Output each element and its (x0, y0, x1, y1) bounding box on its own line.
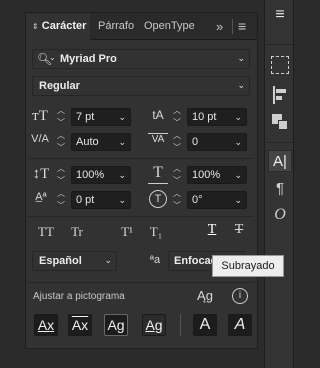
leading-value: 10 pt (192, 111, 217, 123)
snap-angular-button[interactable]: A (193, 314, 217, 336)
rotation-field[interactable]: 0° ⌄ (187, 191, 247, 209)
chevron-down-icon[interactable]: ⌄ (234, 109, 242, 125)
tab-opentype-label: OpenType (144, 20, 195, 32)
tab-opentype[interactable]: OpenType (144, 13, 204, 40)
font-style-value: Regular (39, 80, 80, 92)
kerning-stepper[interactable]: ︿ ﹀ (56, 132, 66, 152)
rotation-stepper[interactable]: ︿ ﹀ (172, 190, 182, 210)
vscale-stepper[interactable]: ︿ ﹀ (56, 165, 66, 185)
align-icon[interactable] (273, 86, 287, 104)
underline-button[interactable]: T (202, 222, 222, 242)
leading-icon: tA (152, 108, 164, 122)
info-icon[interactable]: i (232, 288, 248, 304)
chevron-down-icon[interactable]: ⌄ (234, 192, 242, 208)
font-size-icon: тT (32, 108, 48, 124)
kerning-field[interactable]: Auto ⌄ (71, 133, 131, 151)
opentype-icon[interactable]: O (268, 206, 292, 228)
collapse-icon[interactable]: ⇕ (32, 22, 39, 31)
leading-stepper[interactable]: ︿ ﹀ (172, 107, 182, 127)
strikethrough-label: T (234, 222, 244, 237)
superscript-button[interactable]: T¹ (117, 224, 137, 242)
antialias-icon: ªa (146, 254, 164, 270)
transform-icon[interactable] (271, 56, 289, 74)
right-tool-strip: ≡ A| ¶ O (264, 0, 294, 368)
chevron-down-icon[interactable]: ⌄ (234, 167, 242, 183)
baseline-field[interactable]: 0 pt ⌄ (71, 191, 131, 209)
rotation-icon: T (149, 190, 167, 208)
chevron-down-icon[interactable]: ⌄ (104, 255, 112, 266)
rotation-value: 0° (192, 194, 203, 206)
tracking-field[interactable]: 0 ⌄ (187, 133, 247, 151)
vertical-scale-field[interactable]: 100% ⌄ (71, 166, 131, 184)
language-select[interactable]: Español ⌄ (32, 251, 117, 271)
menu-label: ≡ (238, 18, 247, 34)
snap-to-glyph-label: Ajustar a pictograma (33, 291, 125, 302)
baseline-shift-icon: A̲ª (35, 191, 47, 203)
baseline-value: 0 pt (76, 194, 95, 206)
snap-proximity-button[interactable]: Ag (142, 314, 166, 336)
chevron-down-icon[interactable]: ⌄ (118, 167, 126, 183)
subscript-button[interactable]: T₁ (146, 224, 166, 242)
snap-baseline-button[interactable]: Ax (34, 314, 58, 336)
strikethrough-button[interactable]: T (229, 222, 249, 242)
hamburger-icon[interactable]: ≡ (268, 6, 292, 24)
horizontal-scale-icon: T (148, 164, 168, 184)
tab-caracter[interactable]: ⇕ Carácter (26, 13, 90, 40)
superscript-label: T¹ (121, 224, 133, 239)
font-family-select[interactable]: 🔍︎ ⌄ Myriad Pro ⌄ (32, 49, 250, 69)
kerning-icon: V/A (31, 133, 49, 145)
tracking-stepper[interactable]: ︿ ﹀ (172, 132, 182, 152)
panel-menu-icon[interactable]: ≡ (238, 13, 252, 40)
vertical-scale-value: 100% (76, 169, 105, 181)
leading-field[interactable]: 10 pt ⌄ (187, 108, 247, 126)
snap-xheight-button[interactable]: Ax (68, 314, 92, 336)
vertical-scale-icon: ↕T (32, 166, 50, 182)
chevron-down-icon[interactable]: ⌄ (118, 109, 126, 125)
underline-label: T (207, 222, 217, 237)
all-caps-button[interactable]: TT (35, 224, 57, 242)
tab-parrafo[interactable]: Párrafo (98, 13, 142, 40)
hscale-stepper[interactable]: ︿ ﹀ (172, 165, 182, 185)
font-size-field[interactable]: 7 pt ⌄ (71, 108, 131, 126)
size-stepper[interactable]: ︿ ﹀ (56, 107, 66, 127)
kerning-value: Auto (76, 136, 99, 148)
tooltip-text: Subrayado (221, 260, 275, 272)
chevron-down-icon[interactable]: ⌄ (118, 192, 126, 208)
tooltip: Subrayado (212, 255, 284, 277)
tab-parrafo-label: Párrafo (98, 20, 135, 32)
snap-glyph-bounds-button[interactable]: Ag (104, 314, 128, 336)
pathfinder-icon[interactable] (272, 114, 288, 130)
chevron-down-icon[interactable]: ⌄ (234, 134, 242, 150)
font-style-select[interactable]: Regular ⌄ (32, 76, 250, 96)
glyph-guides-icon[interactable]: Ąg (196, 288, 214, 304)
horizontal-scale-field[interactable]: 100% ⌄ (187, 166, 247, 184)
baseline-stepper[interactable]: ︿ ﹀ (56, 190, 66, 210)
language-value: Español (39, 255, 82, 267)
overflow-label: » (216, 19, 224, 34)
antialias-icon-label: ªa (149, 254, 161, 266)
snap-anchor-button[interactable]: A (228, 314, 252, 336)
chevron-down-icon[interactable]: ⌄ (118, 134, 126, 150)
tracking-icon: VA (148, 133, 168, 151)
font-family-value: Myriad Pro (60, 53, 117, 65)
small-caps-label: Tr (71, 224, 83, 239)
paragraph-icon[interactable]: ¶ (268, 180, 292, 200)
character-panel-icon[interactable]: A| (268, 150, 292, 172)
tracking-value: 0 (192, 136, 199, 148)
all-caps-label: TT (38, 224, 54, 239)
chevron-down-icon[interactable]: ⌄ (237, 80, 245, 91)
overflow-tabs-icon[interactable]: » (216, 13, 230, 40)
subscript-label: T₁ (149, 224, 163, 239)
chevron-down-icon[interactable]: ⌄ (237, 53, 245, 64)
tab-caracter-label: Carácter (41, 20, 87, 32)
panel-tabs: ⇕ Carácter Párrafo OpenType » ≡ (26, 13, 257, 40)
font-size-value: 7 pt (76, 111, 95, 123)
horizontal-scale-value: 100% (192, 169, 221, 181)
small-caps-button[interactable]: Tr (66, 224, 88, 242)
search-chevron-icon[interactable]: ⌄ (49, 53, 56, 62)
